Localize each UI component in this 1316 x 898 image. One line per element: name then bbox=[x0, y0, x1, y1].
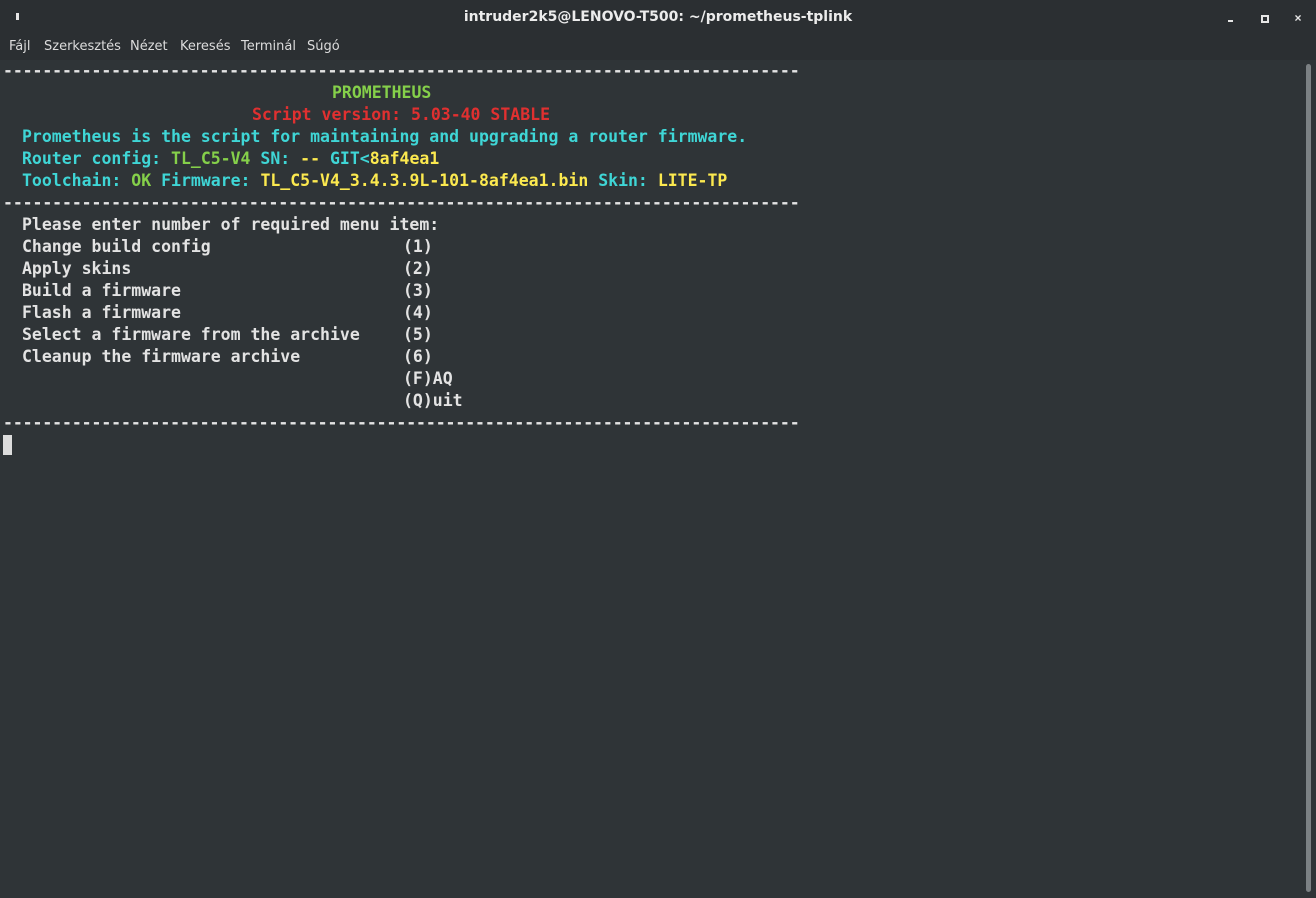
menu-view[interactable]: Nézet bbox=[130, 39, 168, 54]
separator-top: ----------------------------------------… bbox=[3, 61, 800, 80]
sn-value: -- bbox=[300, 149, 321, 168]
toolchain-line: Toolchain: OK Firmware: TL_C5-V4_3.4.3.9… bbox=[22, 170, 727, 192]
option-key: (5) bbox=[403, 325, 433, 344]
script-version: Script version: 5.03-40 STABLE bbox=[252, 104, 550, 126]
git-value: 8af4ea1 bbox=[369, 149, 440, 168]
toolchain-value: OK bbox=[131, 171, 152, 190]
option-key: (Q)uit bbox=[403, 391, 463, 410]
router-config-value: TL_C5-V4 bbox=[171, 149, 251, 168]
toolchain-label: Toolchain: bbox=[22, 171, 132, 190]
menu-prompt: Please enter number of required menu ite… bbox=[22, 215, 440, 234]
text-cursor bbox=[3, 435, 12, 455]
sn-label: SN: bbox=[250, 149, 301, 168]
scrollbar[interactable] bbox=[1302, 60, 1316, 898]
router-config-line: Router config: TL_C5-V4 SN: -- GIT<8af4e… bbox=[22, 148, 439, 170]
menu-terminal[interactable]: Terminál bbox=[241, 39, 296, 54]
terminal-output[interactable]: ----------------------------------------… bbox=[0, 60, 1302, 898]
menu-help[interactable]: Súgó bbox=[307, 39, 340, 54]
scrollbar-thumb[interactable] bbox=[1306, 64, 1311, 892]
version-label: Script version: bbox=[252, 105, 411, 124]
firmware-value: TL_C5-V4_3.4.3.9L-101-8af4ea1.bin bbox=[260, 171, 589, 190]
option-label: Apply skins bbox=[22, 259, 132, 278]
option-key: (F)AQ bbox=[403, 369, 453, 388]
menu-file[interactable]: Fájl bbox=[9, 39, 30, 54]
option-key: (3) bbox=[403, 281, 433, 300]
close-icon[interactable]: × bbox=[1290, 10, 1306, 26]
menu-search[interactable]: Keresés bbox=[180, 39, 230, 54]
option-label: Select a firmware from the archive bbox=[22, 325, 360, 344]
option-label: Flash a firmware bbox=[22, 303, 181, 322]
skin-value: LITE-TP bbox=[657, 171, 728, 190]
firmware-label: Firmware: bbox=[151, 171, 261, 190]
menu-edit[interactable]: Szerkesztés bbox=[44, 39, 121, 54]
description: Prometheus is the script for maintaining… bbox=[22, 127, 748, 146]
version-value: 5.03-40 STABLE bbox=[410, 105, 551, 124]
option-key: (1) bbox=[403, 237, 433, 256]
separator-middle: ----------------------------------------… bbox=[3, 193, 800, 212]
skin-label: Skin: bbox=[588, 171, 658, 190]
option-label: Build a firmware bbox=[22, 281, 181, 300]
maximize-icon[interactable] bbox=[1256, 10, 1272, 26]
option-label: Change build config bbox=[22, 237, 211, 256]
title-bar[interactable]: intruder2k5@LENOVO-T500: ~/prometheus-tp… bbox=[0, 0, 1316, 34]
minimize-icon[interactable] bbox=[1222, 10, 1238, 26]
menu-bar: Fájl Szerkesztés Nézet Keresés Terminál … bbox=[0, 34, 1316, 60]
git-label: GIT< bbox=[320, 149, 370, 168]
option-key: (2) bbox=[403, 259, 433, 278]
option-label: Cleanup the firmware archive bbox=[22, 347, 301, 366]
option-key: (4) bbox=[403, 303, 433, 322]
router-config-label: Router config: bbox=[22, 149, 172, 168]
app-name: PROMETHEUS bbox=[332, 83, 432, 102]
option-key: (6) bbox=[403, 347, 433, 366]
separator-bottom: ----------------------------------------… bbox=[3, 413, 800, 432]
window-title: intruder2k5@LENOVO-T500: ~/prometheus-tp… bbox=[463, 9, 853, 25]
